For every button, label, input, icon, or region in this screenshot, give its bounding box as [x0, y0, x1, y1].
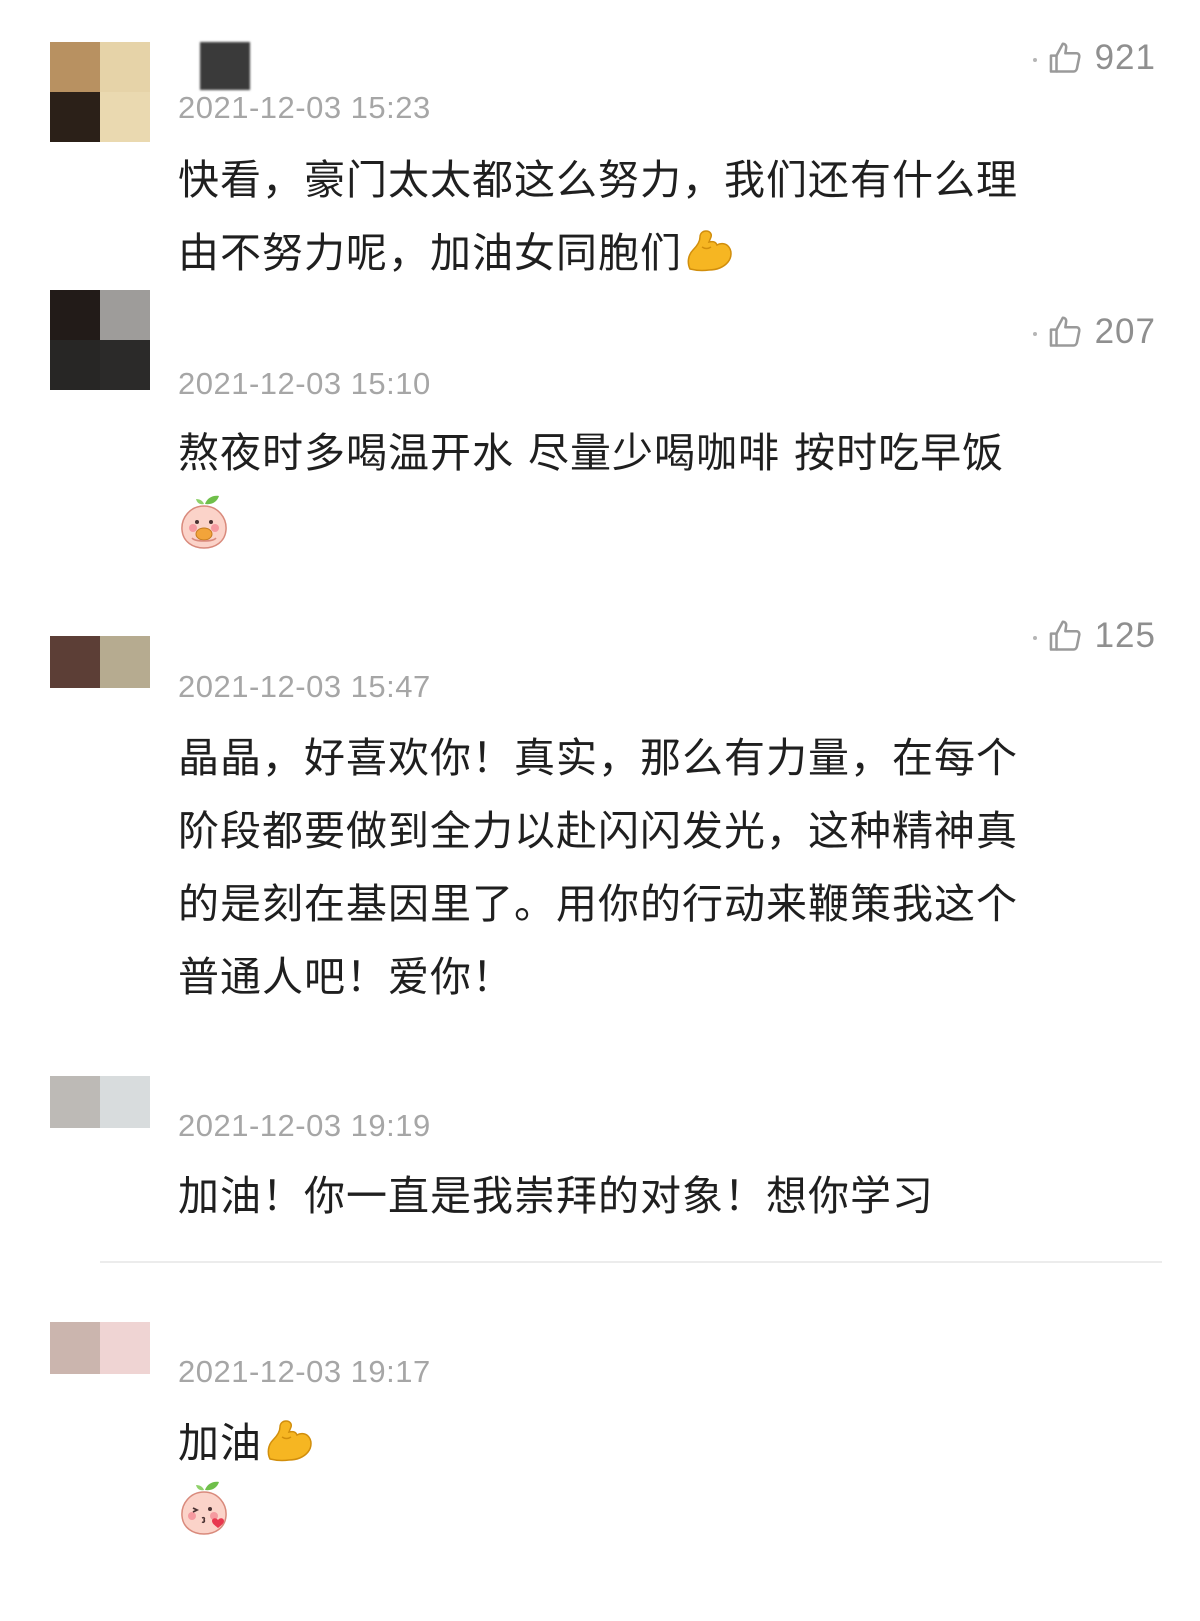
- comment-timestamp: 2021-12-03 15:10: [178, 366, 431, 401]
- thumbs-up-icon: [1047, 39, 1085, 77]
- comment-text-line: 阶段都要做到全力以赴闪闪发光，这种精神真: [178, 807, 1018, 855]
- separator-dot: [1032, 332, 1037, 336]
- comment-text-line-wrap: 由不努力呢，加油女同胞们: [178, 217, 1128, 298]
- comment-text: 快看，豪门太太都这么努力，我们还有什么理 由不努力呢，加油女同胞们: [178, 144, 1128, 298]
- comment-text: 加油: [178, 1407, 1128, 1488]
- divider: [100, 1261, 1162, 1263]
- comment-text-line: 快看，豪门太太都这么努力，我们还有什么理: [178, 156, 1018, 204]
- comment-text-line: 熬夜时多喝温开水 尽量少喝咖啡 按时吃早饭: [178, 429, 1005, 477]
- flexed-biceps-icon: [684, 225, 734, 298]
- avatar[interactable]: [50, 1076, 150, 1128]
- comment-text-line: 加油！你一直是我崇拜的对象！想你学习: [178, 1172, 934, 1220]
- comment-timestamp: 2021-12-03 19:19: [178, 1108, 431, 1143]
- avatar[interactable]: [50, 1322, 150, 1374]
- peach-sticker-kiss-icon: [178, 1480, 230, 1540]
- like-button[interactable]: 207: [1032, 310, 1156, 354]
- peach-sticker-eating-icon: [178, 494, 230, 554]
- separator-dot: [1032, 636, 1037, 640]
- like-button[interactable]: 921: [1032, 36, 1156, 80]
- avatar[interactable]: [50, 42, 150, 142]
- avatar[interactable]: [50, 290, 150, 390]
- comment-text-line: 晶晶，好喜欢你！真实，那么有力量，在每个: [178, 734, 1018, 782]
- comment-timestamp: 2021-12-03 15:47: [178, 669, 431, 704]
- username-blurred[interactable]: [200, 42, 250, 90]
- avatar[interactable]: [50, 636, 150, 688]
- thumbs-up-icon: [1047, 313, 1085, 351]
- comment-text: 加油！你一直是我崇拜的对象！想你学习: [178, 1160, 1128, 1233]
- like-count: 921: [1094, 38, 1156, 77]
- like-count: 125: [1094, 616, 1156, 655]
- comment-timestamp: 2021-12-03 15:23: [178, 90, 431, 125]
- comment-text-line: 由不努力呢，加油女同胞们: [178, 229, 682, 277]
- comment-text-line-wrap: 加油: [178, 1407, 1128, 1488]
- separator-dot: [1032, 58, 1037, 62]
- comment-text: 熬夜时多喝温开水 尽量少喝咖啡 按时吃早饭: [178, 417, 1128, 490]
- comment-text: 晶晶，好喜欢你！真实，那么有力量，在每个 阶段都要做到全力以赴闪闪发光，这种精神…: [178, 722, 1128, 1014]
- comment-timestamp: 2021-12-03 19:17: [178, 1354, 431, 1389]
- like-count: 207: [1094, 312, 1156, 351]
- comment-text-line: 加油: [178, 1419, 262, 1467]
- flexed-biceps-icon: [264, 1415, 314, 1488]
- comment-text-line: 的是刻在基因里了。用你的行动来鞭策我这个: [178, 880, 1018, 928]
- thumbs-up-icon: [1047, 617, 1085, 655]
- comment-text-line: 普通人吧！爱你！: [178, 953, 514, 1001]
- like-button[interactable]: 125: [1032, 614, 1156, 658]
